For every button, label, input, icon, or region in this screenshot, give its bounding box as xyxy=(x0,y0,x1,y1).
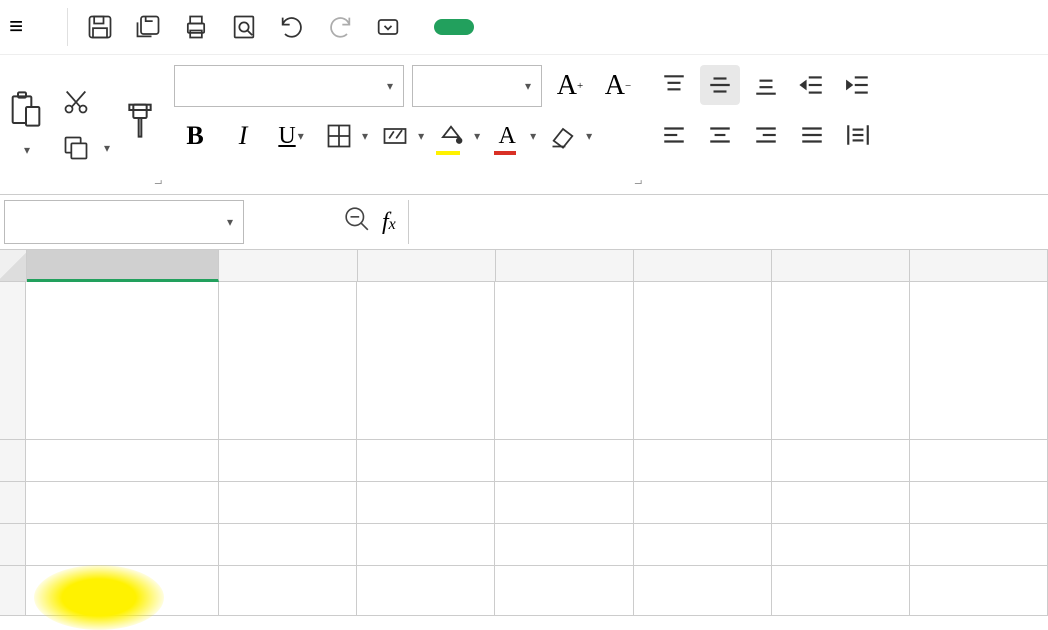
chevron-down-icon: ▾ xyxy=(387,79,393,93)
cell[interactable] xyxy=(357,482,495,523)
cell[interactable] xyxy=(634,282,772,439)
column-header-B[interactable] xyxy=(219,250,357,282)
tab-formula[interactable] xyxy=(604,19,624,35)
tab-start[interactable] xyxy=(434,19,474,35)
name-box[interactable]: ▾ xyxy=(4,200,244,244)
cell[interactable] xyxy=(357,440,495,481)
cell[interactable] xyxy=(219,524,357,565)
save-as-icon[interactable] xyxy=(128,7,168,47)
cell[interactable] xyxy=(495,282,633,439)
fill-color-button[interactable] xyxy=(430,115,472,157)
cell[interactable] xyxy=(910,566,1048,615)
formula-bar-input[interactable] xyxy=(408,200,968,244)
justify-button[interactable] xyxy=(792,115,832,155)
row-header[interactable] xyxy=(0,482,26,523)
align-top-button[interactable] xyxy=(654,65,694,105)
cut-button[interactable] xyxy=(62,88,110,116)
cell[interactable] xyxy=(772,566,910,615)
cell-A1[interactable] xyxy=(26,282,219,439)
file-menu[interactable] xyxy=(35,23,55,31)
paste-button[interactable]: ▾ xyxy=(8,87,50,162)
increase-font-size-button[interactable]: A+ xyxy=(550,66,590,106)
column-header-A[interactable] xyxy=(27,250,220,282)
increase-indent-button[interactable] xyxy=(838,65,878,105)
cell-style-button[interactable] xyxy=(374,115,416,157)
cell[interactable] xyxy=(772,440,910,481)
align-center-button[interactable] xyxy=(700,115,740,155)
align-bottom-button[interactable] xyxy=(746,65,786,105)
decrease-font-size-button[interactable]: A− xyxy=(598,66,638,106)
select-all-corner[interactable] xyxy=(0,250,27,282)
undo-icon[interactable] xyxy=(272,7,312,47)
row-header[interactable] xyxy=(0,524,26,565)
divider xyxy=(67,8,68,46)
print-icon[interactable] xyxy=(176,7,216,47)
distribute-button[interactable] xyxy=(838,115,878,155)
tab-page-layout[interactable] xyxy=(554,19,574,35)
column-header-G[interactable] xyxy=(910,250,1048,282)
cell[interactable] xyxy=(357,282,495,439)
cell[interactable] xyxy=(26,524,219,565)
cell[interactable] xyxy=(634,566,772,615)
column-header-E[interactable] xyxy=(634,250,772,282)
cell[interactable] xyxy=(495,482,633,523)
cell[interactable] xyxy=(634,482,772,523)
cell[interactable] xyxy=(910,482,1048,523)
save-icon[interactable] xyxy=(80,7,120,47)
cell[interactable] xyxy=(357,566,495,615)
cell[interactable] xyxy=(357,524,495,565)
font-color-button[interactable]: A xyxy=(486,115,528,157)
ribbon: ▾ ▾ ▾ ▾ A+ A xyxy=(0,55,1048,195)
border-button[interactable] xyxy=(318,115,360,157)
spreadsheet-grid[interactable] xyxy=(0,250,1048,610)
highlight-marker xyxy=(34,565,164,630)
cell[interactable] xyxy=(219,566,357,615)
underline-button[interactable]: U▾ xyxy=(270,115,312,157)
tab-insert[interactable] xyxy=(504,19,524,35)
column-header-F[interactable] xyxy=(772,250,910,282)
eraser-button[interactable] xyxy=(542,115,584,157)
cell[interactable] xyxy=(26,440,219,481)
column-header-D[interactable] xyxy=(496,250,634,282)
cell[interactable] xyxy=(910,282,1048,439)
align-right-button[interactable] xyxy=(746,115,786,155)
cell[interactable] xyxy=(495,566,633,615)
cell[interactable] xyxy=(772,524,910,565)
row-header[interactable] xyxy=(0,282,26,439)
chevron-down-icon: ▾ xyxy=(227,215,233,230)
row-header[interactable] xyxy=(0,440,26,481)
cell[interactable] xyxy=(910,524,1048,565)
preview-icon[interactable] xyxy=(224,7,264,47)
cell[interactable] xyxy=(26,482,219,523)
cell[interactable] xyxy=(495,524,633,565)
cell[interactable] xyxy=(495,440,633,481)
cell[interactable] xyxy=(219,482,357,523)
bold-button[interactable]: B xyxy=(174,115,216,157)
column-header-C[interactable] xyxy=(358,250,496,282)
redo-icon[interactable] xyxy=(320,7,360,47)
cell[interactable] xyxy=(772,282,910,439)
row-header[interactable] xyxy=(0,566,26,615)
qat-dropdown-icon[interactable] xyxy=(368,7,408,47)
ribbon-tabs xyxy=(434,19,674,35)
fx-label: fx xyxy=(382,209,396,236)
copy-button[interactable]: ▾ xyxy=(62,134,110,162)
cell[interactable] xyxy=(772,482,910,523)
menu-icon[interactable]: ≡ xyxy=(5,13,27,41)
tab-data[interactable] xyxy=(654,19,674,35)
cell[interactable] xyxy=(634,440,772,481)
zoom-out-icon[interactable] xyxy=(344,206,370,239)
decrease-indent-button[interactable] xyxy=(792,65,832,105)
align-left-button[interactable] xyxy=(654,115,694,155)
align-middle-button[interactable] xyxy=(700,65,740,105)
font-name-select[interactable]: ▾ xyxy=(174,65,404,107)
italic-button[interactable]: I xyxy=(222,115,264,157)
cell[interactable] xyxy=(634,524,772,565)
cell[interactable] xyxy=(219,282,357,439)
cell[interactable] xyxy=(910,440,1048,481)
font-size-select[interactable]: ▾ xyxy=(412,65,542,107)
cell[interactable] xyxy=(219,440,357,481)
format-painter-button[interactable] xyxy=(122,102,158,148)
chevron-down-icon: ▾ xyxy=(525,79,531,93)
